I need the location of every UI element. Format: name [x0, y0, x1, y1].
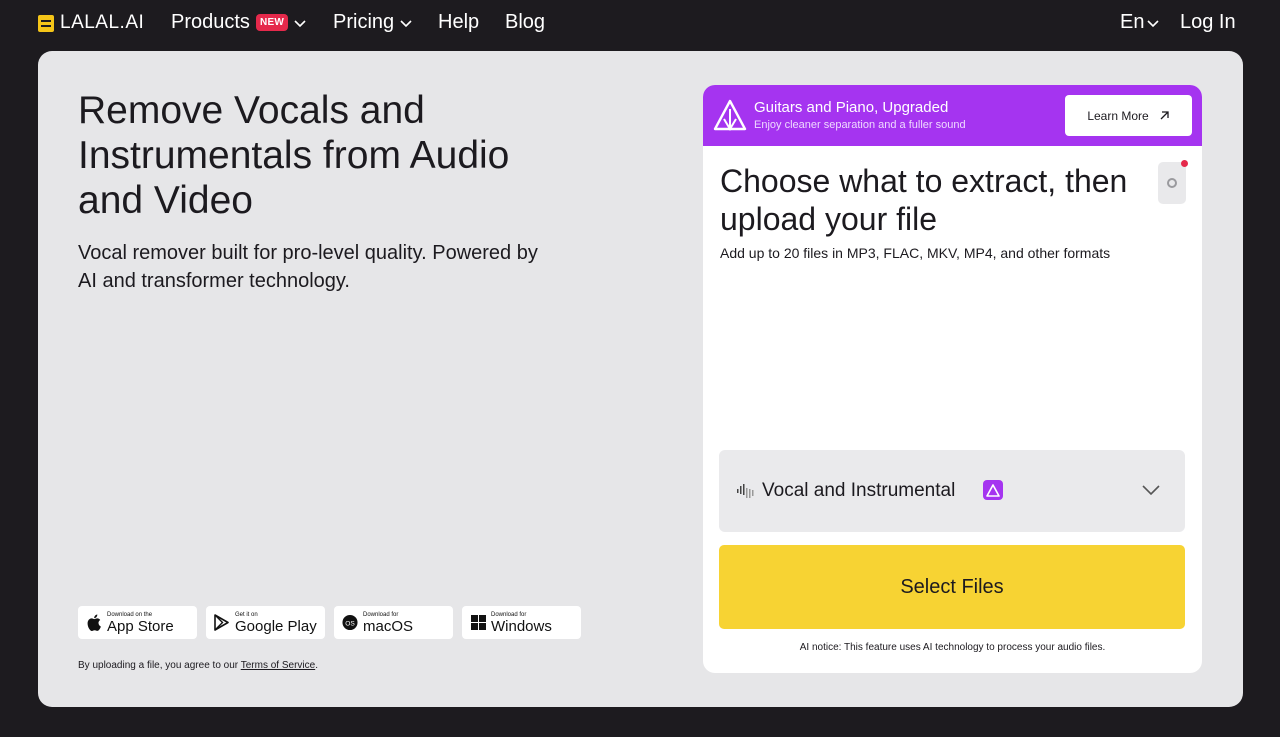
ai-notice: AI notice: This feature uses AI technolo…	[799, 642, 1106, 653]
terms-suffix: .	[315, 660, 318, 671]
stem-selected-label: Vocal and Instrumental	[762, 480, 956, 501]
notification-dot	[1181, 160, 1188, 167]
macos-icon: OS	[342, 614, 358, 632]
main-card: Remove Vocals and Instrumentals from Aud…	[38, 51, 1243, 707]
chevron-down-icon	[294, 19, 306, 27]
terms-link[interactable]: Terms of Service	[241, 660, 315, 671]
promo-banner: Guitars and Piano, Upgraded Enjoy cleane…	[703, 85, 1202, 146]
google-play-icon	[214, 614, 230, 632]
apple-icon	[86, 614, 102, 632]
nav-blog-label: Blog	[505, 11, 546, 33]
new-badge: NEW	[255, 14, 289, 31]
nav-blog[interactable]: Blog	[505, 11, 545, 34]
gear-icon	[1167, 178, 1177, 188]
upload-panel: Guitars and Piano, Upgraded Enjoy cleane…	[703, 85, 1202, 673]
logo-icon	[38, 14, 54, 32]
store-buttons: Download on the App Store Get it on Goog…	[78, 606, 581, 639]
stem-selector-dropdown[interactable]: Vocal and Instrumental	[719, 450, 1185, 532]
google-play-label: Google Play	[235, 617, 317, 635]
google-play-button[interactable]: Get it on Google Play	[206, 606, 325, 639]
terms-notice: By uploading a file, you agree to our Te…	[78, 660, 318, 671]
nav-products-label: Products	[171, 11, 250, 33]
svg-text:OS: OS	[345, 620, 355, 627]
chevron-down-icon	[1142, 485, 1160, 496]
language-selector[interactable]: En	[1120, 11, 1160, 34]
promo-title: Guitars and Piano, Upgraded	[754, 99, 949, 116]
arrow-up-right-icon	[1160, 111, 1169, 120]
waveform-icon	[737, 484, 754, 498]
hero-title: Remove Vocals and Instrumentals from Aud…	[78, 89, 510, 222]
chevron-down-icon	[400, 19, 412, 27]
learn-more-label: Learn More	[1087, 108, 1149, 123]
terms-prefix: By uploading a file, you agree to our	[78, 660, 241, 671]
windows-button[interactable]: Download for Windows	[462, 606, 581, 639]
nav-pricing-label: Pricing	[333, 11, 395, 33]
premium-badge-icon	[983, 480, 1003, 500]
windows-icon	[470, 614, 486, 632]
learn-more-button[interactable]: Learn More	[1065, 95, 1192, 136]
chevron-down-icon	[1147, 19, 1160, 27]
logo[interactable]: LALAL.AI	[38, 12, 144, 34]
logo-text: LALAL.AI	[60, 12, 145, 33]
macos-button[interactable]: OS Download for macOS	[334, 606, 453, 639]
macos-label: macOS	[363, 617, 414, 635]
login-link[interactable]: Log In	[1180, 11, 1236, 34]
upload-body: Choose what to extract, then upload your…	[703, 146, 1202, 673]
nav-help[interactable]: Help	[438, 11, 479, 34]
app-store-button[interactable]: Download on the App Store	[78, 606, 197, 639]
settings-button[interactable]	[1158, 160, 1188, 204]
top-nav: LALAL.AI Products NEW Pricing Help Blog …	[0, 0, 1280, 46]
upload-subtitle: Add up to 20 files in MP3, FLAC, MKV, MP…	[720, 245, 1111, 261]
hero-subtitle: Vocal remover built for pro-level qualit…	[78, 242, 538, 292]
language-label: En	[1120, 11, 1145, 33]
upload-title: Choose what to extract, then upload your…	[720, 163, 1128, 237]
nav-help-label: Help	[438, 11, 480, 33]
nav-products[interactable]: Products NEW	[171, 11, 307, 34]
promo-subtitle: Enjoy cleaner separation and a fuller so…	[754, 119, 966, 131]
app-store-label: App Store	[107, 617, 174, 635]
select-files-button[interactable]: Select Files	[719, 545, 1185, 629]
nav-pricing[interactable]: Pricing	[333, 11, 413, 34]
lalal-triangle-icon	[713, 99, 747, 131]
windows-label: Windows	[491, 617, 552, 635]
